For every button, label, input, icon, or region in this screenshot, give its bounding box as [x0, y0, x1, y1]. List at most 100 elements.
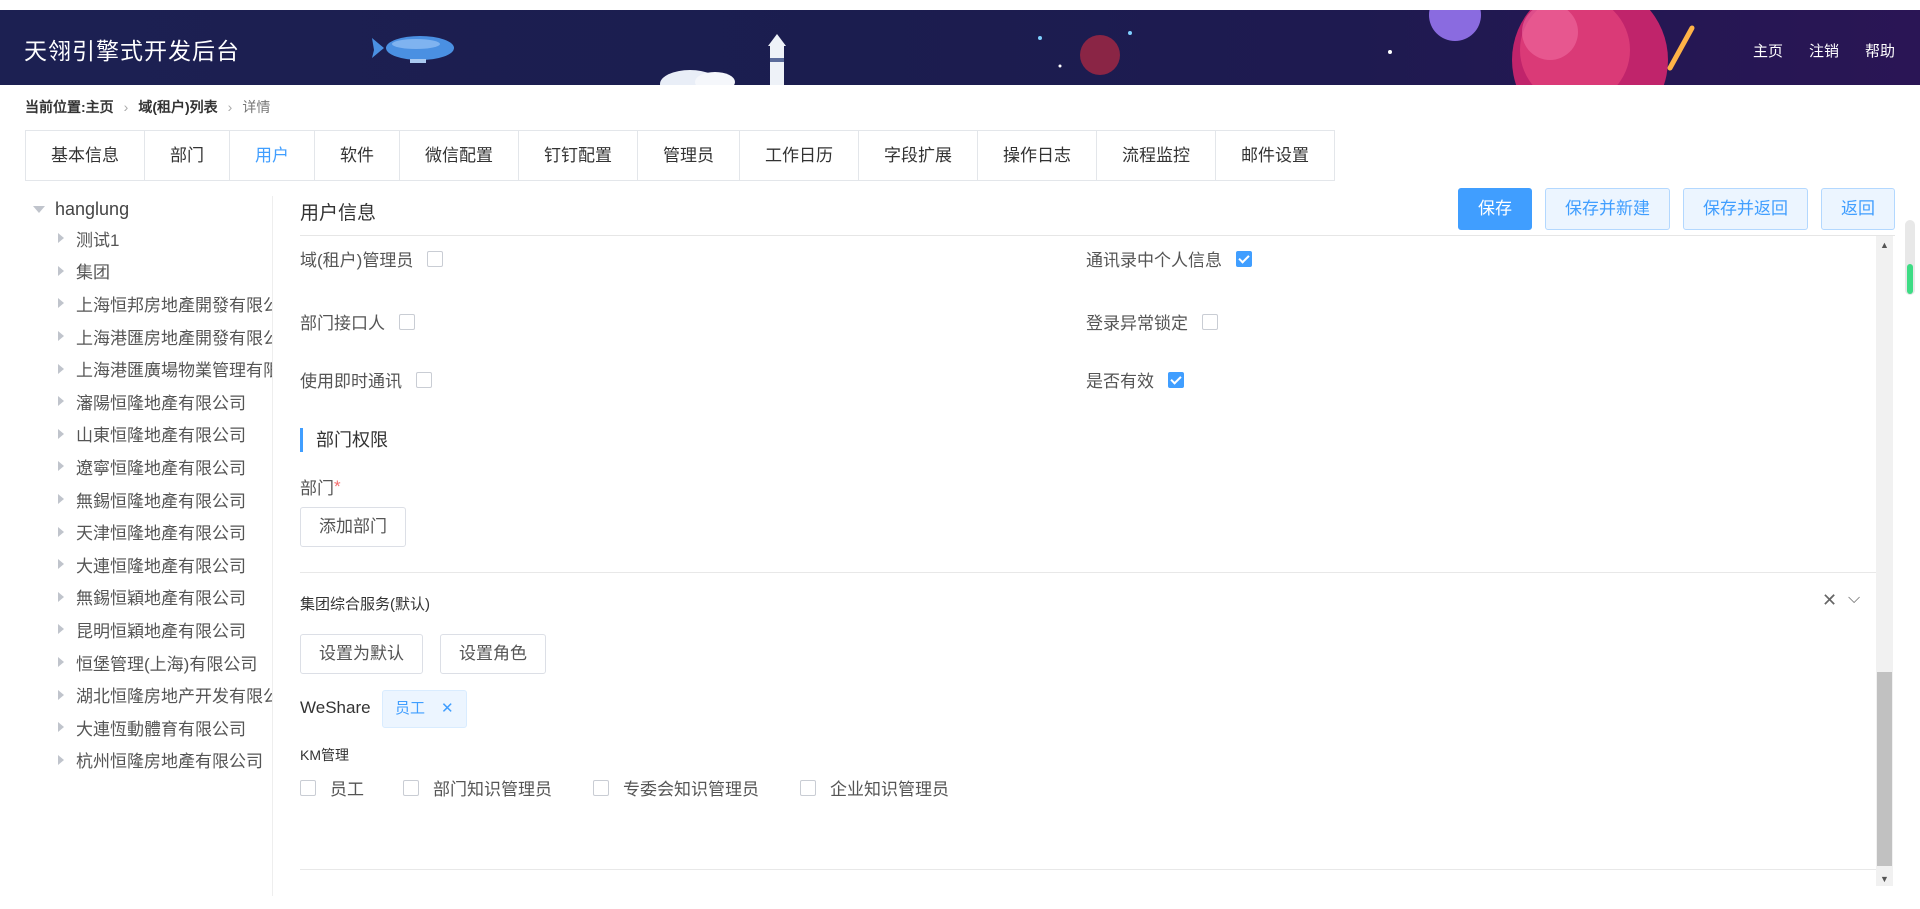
tab-mail-settings[interactable]: 邮件设置	[1216, 131, 1334, 180]
set-default-button[interactable]: 设置为默认	[300, 634, 423, 674]
save-and-new-button[interactable]: 保存并新建	[1545, 188, 1670, 230]
caret-right-icon[interactable]	[58, 657, 64, 668]
nav-help-link[interactable]: 帮助	[1865, 40, 1895, 61]
tab-user[interactable]: 用户	[230, 131, 315, 180]
chevron-down-icon[interactable]: ⌵	[1848, 590, 1860, 608]
department-tree: hanglung 测试1 集团上海恒邦房地產開發有限公上海港匯房地產開發有限公 上海…	[25, 196, 273, 896]
tree-node[interactable]: 集团	[25, 255, 272, 288]
caret-right-icon[interactable]	[58, 689, 64, 700]
tab-wechat-config[interactable]: 微信配置	[400, 131, 519, 180]
caret-right-icon[interactable]	[58, 233, 64, 244]
field-tenant-admin: 域(租户)管理员	[300, 246, 444, 271]
tab-operation-log[interactable]: 操作日志	[978, 131, 1097, 180]
km-label: KM管理	[300, 747, 349, 763]
caret-right-icon[interactable]	[58, 428, 64, 439]
tree-node[interactable]: 上海港匯廣場物業管理有限	[25, 352, 272, 385]
valid-checkbox[interactable]	[1168, 371, 1184, 388]
tree-node[interactable]: 湖北恒隆房地产开发有限公	[25, 678, 272, 711]
dept-contact-checkbox[interactable]	[399, 313, 415, 330]
field-dept-contact: 部门接口人	[300, 309, 415, 334]
tree-root[interactable]: hanglung	[25, 196, 272, 222]
close-icon[interactable]: ✕	[441, 691, 454, 727]
save-and-return-button[interactable]: 保存并返回	[1683, 188, 1808, 230]
tab-software[interactable]: 软件	[315, 131, 400, 180]
tab-admin[interactable]: 管理员	[638, 131, 740, 180]
tree-node[interactable]: 上海恒邦房地產開發有限公	[25, 287, 272, 320]
add-department-button[interactable]: 添加部门	[300, 507, 406, 547]
tab-dingtalk-config[interactable]: 钉钉配置	[519, 131, 638, 180]
caret-right-icon[interactable]	[58, 298, 64, 309]
im-checkbox[interactable]	[416, 371, 432, 388]
tree-node-label: 大連恆動體育有限公司	[76, 719, 246, 739]
km-label-wrap: KM管理	[300, 745, 349, 765]
page-scrollbar-thumb[interactable]	[1907, 264, 1913, 294]
nav-home-link[interactable]: 主页	[1753, 40, 1783, 61]
content-scrollbar-thumb[interactable]	[1877, 672, 1892, 866]
km-role-checkbox[interactable]	[300, 779, 316, 796]
tree-node[interactable]: 無錫恒隆地產有限公司	[25, 483, 272, 516]
km-role-checkbox[interactable]	[800, 779, 816, 796]
caret-down-icon[interactable]	[33, 205, 45, 213]
tree-node[interactable]: 大連恆動體育有限公司	[25, 711, 272, 744]
km-role-enterprise-admin[interactable]: 企业知识管理员	[800, 775, 949, 800]
tree-node[interactable]: 昆明恒穎地產有限公司	[25, 613, 272, 646]
nav-logout-link[interactable]: 注销	[1809, 40, 1839, 61]
breadcrumb-current: 详情	[242, 99, 271, 115]
breadcrumb-home[interactable]: 主页	[86, 97, 114, 117]
caret-right-icon[interactable]	[58, 722, 64, 733]
scroll-up-icon[interactable]: ▲	[1880, 240, 1889, 250]
caret-right-icon[interactable]	[58, 591, 64, 602]
tab-process-monitor[interactable]: 流程监控	[1097, 131, 1216, 180]
km-role-checkbox[interactable]	[593, 779, 609, 796]
tree-node[interactable]: 遼寧恒隆地產有限公司	[25, 450, 272, 483]
back-button[interactable]: 返回	[1821, 188, 1895, 230]
caret-right-icon[interactable]	[58, 331, 64, 342]
tab-department[interactable]: 部门	[145, 131, 230, 180]
tab-work-calendar[interactable]: 工作日历	[740, 131, 859, 180]
page-scrollbar[interactable]	[1905, 220, 1915, 295]
km-role-employee[interactable]: 员工	[300, 775, 364, 800]
caret-right-icon[interactable]	[58, 396, 64, 407]
tab-basic-info[interactable]: 基本信息	[26, 131, 145, 180]
km-role-dept-admin[interactable]: 部门知识管理员	[403, 775, 552, 800]
km-role-label: 部门知识管理员	[433, 780, 552, 799]
caret-right-icon[interactable]	[58, 494, 64, 505]
tree-node[interactable]: 山東恒隆地產有限公司	[25, 418, 272, 451]
km-role-checkbox[interactable]	[403, 779, 419, 796]
caret-right-icon[interactable]	[58, 754, 64, 765]
breadcrumb: 当前位置: 主页 › 域(租户)列表 › 详情	[25, 97, 270, 117]
set-role-button[interactable]: 设置角色	[440, 634, 546, 674]
save-button[interactable]: 保存	[1458, 188, 1532, 230]
caret-right-icon[interactable]	[58, 265, 64, 276]
km-role-committee-admin[interactable]: 专委会知识管理员	[593, 775, 759, 800]
required-mark: *	[334, 476, 341, 496]
contact-info-checkbox[interactable]	[1236, 250, 1252, 267]
valid-label: 是否有效	[1086, 372, 1154, 391]
tab-field-extension[interactable]: 字段扩展	[859, 131, 978, 180]
tree-node[interactable]: 瀋陽恒隆地產有限公司	[25, 385, 272, 418]
role-tag-label: 员工	[395, 700, 426, 717]
dept-entry-title: 集团综合服务(默认)	[300, 593, 430, 614]
tree-node[interactable]: 上海港匯房地產開發有限公	[25, 320, 272, 353]
user-form: 域(租户)管理员 通讯录中个人信息 部门接口人 登录异常锁定 使用即时通讯 是否…	[300, 238, 1876, 873]
caret-right-icon[interactable]	[58, 461, 64, 472]
login-lock-checkbox[interactable]	[1202, 313, 1218, 330]
caret-right-icon[interactable]	[58, 624, 64, 635]
tree-node-label: 测试1	[76, 230, 120, 250]
tree-node[interactable]: 天津恒隆地產有限公司	[25, 515, 272, 548]
scroll-down-icon[interactable]: ▼	[1880, 874, 1889, 884]
tenant-admin-checkbox[interactable]	[427, 250, 444, 267]
caret-right-icon[interactable]	[58, 526, 64, 537]
caret-right-icon[interactable]	[58, 559, 64, 570]
tree-node[interactable]: 大連恒隆地產有限公司	[25, 548, 272, 581]
tree-node-label: 上海恒邦房地產開發有限公	[76, 295, 273, 315]
caret-right-icon[interactable]	[58, 363, 64, 374]
breadcrumb-tenant-list[interactable]: 域(租户)列表	[138, 97, 217, 117]
close-icon[interactable]: ✕	[1822, 590, 1837, 611]
tree-node-label: 恒堡管理(上海)有限公司	[76, 654, 258, 674]
tree-node-label: 無錫恒穎地產有限公司	[76, 589, 246, 609]
tree-node[interactable]: 無錫恒穎地產有限公司	[25, 581, 272, 614]
tree-node[interactable]: 杭州恒隆房地產有限公司	[25, 744, 272, 777]
tree-node[interactable]: 测试1	[25, 222, 272, 255]
tree-node[interactable]: 恒堡管理(上海)有限公司	[25, 646, 272, 679]
